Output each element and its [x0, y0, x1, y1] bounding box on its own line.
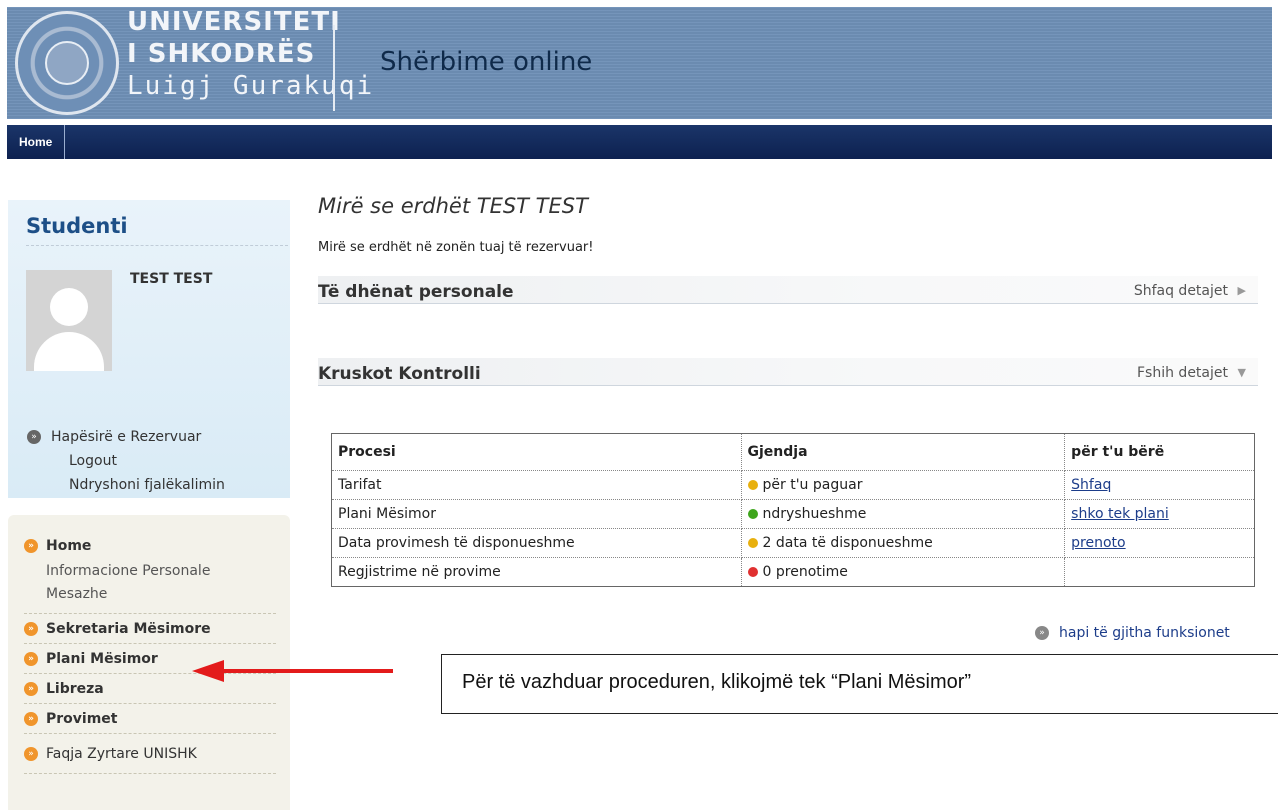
menu-item-transcript[interactable]: » Libreza — [24, 674, 276, 704]
column-header: për t'u bërë — [1064, 433, 1255, 471]
status-dot-icon — [747, 509, 758, 519]
menu-item-label: Provimet — [46, 710, 118, 727]
status-cell: 0 prenotime — [740, 557, 1066, 587]
red-arrow-head — [192, 660, 224, 682]
logout-link[interactable]: Logout — [69, 453, 117, 469]
menu-item-home[interactable]: » Home — [24, 533, 276, 559]
menu-item-secretariat[interactable]: » Sekretaria Mësimore — [24, 614, 276, 644]
process-cell: Regjistrime në provime — [331, 557, 742, 587]
avatar — [26, 270, 112, 371]
header-divider — [333, 25, 335, 111]
column-header: Procesi — [331, 433, 742, 471]
red-arrow-line — [222, 669, 393, 673]
chevron-double-right-icon: » — [1035, 626, 1049, 640]
action-cell: shko tek plani — [1064, 499, 1255, 529]
status-text: 2 data të disponueshme — [762, 535, 933, 551]
hide-details-toggle[interactable]: Fshih detajet — [1137, 365, 1228, 381]
table-row: Tarifat për t'u paguar Shfaq — [331, 470, 1255, 500]
chevron-double-right-icon: » — [24, 651, 38, 666]
menu-item-label: Home — [46, 538, 92, 554]
triangle-right-icon[interactable]: ▶ — [1238, 284, 1246, 297]
personal-data-section-header: Të dhënat personale Shfaq detajet ▶ — [318, 276, 1258, 304]
table-row: Plani Mësimor ndryshueshme shko tek plan… — [331, 499, 1255, 529]
status-cell: për t'u paguar — [740, 470, 1066, 500]
chevron-double-right-icon: » — [27, 430, 41, 444]
section-title: Të dhënat personale — [318, 282, 514, 302]
table-header-row: Procesi Gjendja për t'u bërë — [331, 433, 1255, 471]
change-password-link[interactable]: Ndryshoni fjalëkalimin — [69, 477, 225, 493]
university-name-line1: UNIVERSITETI — [127, 7, 341, 37]
account-links: » Hapësirë e Rezervuar Logout Ndryshoni f… — [27, 425, 225, 497]
status-dot-icon — [747, 567, 758, 577]
menu-subitem-personal-info[interactable]: Informacione Personale — [24, 559, 276, 582]
action-cell: Shfaq — [1064, 470, 1255, 500]
university-name-line2: I SHKODRËS — [127, 39, 316, 69]
menu-subitem-messages[interactable]: Mesazhe — [24, 582, 276, 605]
go-to-plan-link[interactable]: shko tek plani — [1071, 506, 1169, 522]
chevron-double-right-icon: » — [24, 746, 38, 761]
status-cell: ndryshueshme — [740, 499, 1066, 529]
control-table: Procesi Gjendja për t'u bërë Tarifat për… — [331, 433, 1255, 587]
open-all-functions-link[interactable]: hapi të gjitha funksionet — [1059, 625, 1230, 641]
chevron-double-right-icon: » — [24, 621, 38, 636]
service-title: Shërbime online — [380, 47, 593, 77]
university-seal-icon[interactable] — [15, 11, 119, 115]
nav-home-link[interactable]: Home — [7, 125, 66, 159]
open-all-functions[interactable]: » hapi të gjitha funksionet — [1035, 625, 1230, 641]
status-text: për t'u paguar — [762, 477, 863, 493]
column-header: Gjendja — [740, 433, 1066, 471]
status-dot-icon — [747, 480, 758, 490]
menu-item-label: Sekretaria Mësimore — [46, 620, 211, 637]
chevron-double-right-icon: » — [24, 539, 38, 553]
action-cell — [1064, 557, 1255, 587]
site-header: UNIVERSITETI I SHKODRËS Luigj Gurakuqi S… — [7, 7, 1272, 119]
top-navbar: Home — [7, 125, 1272, 159]
table-row: Regjistrime në provime 0 prenotime — [331, 557, 1255, 587]
action-cell: prenoto — [1064, 528, 1255, 558]
status-cell: 2 data të disponueshme — [740, 528, 1066, 558]
university-name-line3: Luigj Gurakuqi — [127, 71, 375, 101]
process-cell: Plani Mësimor — [331, 499, 742, 529]
menu-item-label: Libreza — [46, 680, 104, 697]
table-row: Data provimesh të disponueshme 2 data të… — [331, 528, 1255, 558]
book-exam-link[interactable]: prenoto — [1071, 535, 1125, 551]
sidebar-title-divider — [26, 245, 288, 246]
control-panel-section-header: Kruskot Kontrolli Fshih detajet ▼ — [318, 358, 1258, 386]
menu-item-label: Faqja Zyrtare UNISHK — [46, 745, 197, 762]
student-name: TEST TEST — [130, 271, 213, 287]
sidebar-menu: » Home Informacione Personale Mesazhe » Se… — [8, 515, 290, 810]
menu-item-official-site[interactable]: » Faqja Zyrtare UNISHK — [24, 734, 276, 774]
status-text: ndryshueshme — [762, 506, 867, 522]
process-cell: Tarifat — [331, 470, 742, 500]
status-text: 0 prenotime — [762, 564, 848, 580]
process-cell: Data provimesh të disponueshme — [331, 528, 742, 558]
triangle-down-icon[interactable]: ▼ — [1238, 366, 1246, 379]
status-dot-icon — [747, 538, 758, 548]
menu-item-exams[interactable]: » Provimet — [24, 704, 276, 734]
section-title: Kruskot Kontrolli — [318, 364, 481, 384]
page-subtitle: Mirë se erdhët në zonën tuaj të rezervua… — [318, 240, 594, 255]
chevron-double-right-icon: » — [24, 681, 38, 696]
menu-item-label: Plani Mësimor — [46, 650, 158, 667]
chevron-double-right-icon: » — [24, 711, 38, 726]
page-title: Mirë se erdhët TEST TEST — [318, 194, 588, 218]
show-fees-link[interactable]: Shfaq — [1071, 477, 1111, 493]
instruction-callout: Për të vazhduar proceduren, klikojmë tek… — [441, 654, 1278, 714]
show-details-toggle[interactable]: Shfaq detajet — [1134, 283, 1228, 299]
sidebar-title: Studenti — [26, 214, 128, 238]
reserved-space-link[interactable]: Hapësirë e Rezervuar — [51, 429, 201, 445]
